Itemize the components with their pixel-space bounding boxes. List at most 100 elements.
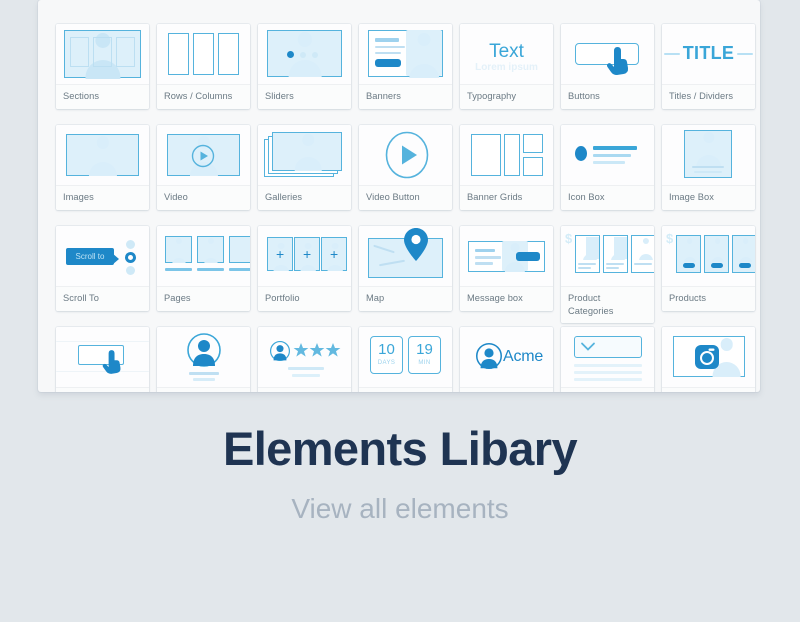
element-card-pages[interactable]: Pages bbox=[157, 226, 250, 311]
pointer-hand-icon bbox=[606, 47, 629, 75]
element-card-label: Message box bbox=[460, 286, 553, 311]
accordion-thumb bbox=[561, 327, 654, 387]
scroll-to-tooltip-text: Scroll to bbox=[75, 252, 105, 261]
portfolio-thumb: + + + bbox=[258, 226, 351, 286]
element-card-label: Pages bbox=[157, 286, 250, 311]
product-categories-thumb: $ bbox=[561, 226, 654, 286]
element-card-label bbox=[258, 387, 351, 392]
element-card-label: Scroll To bbox=[56, 286, 149, 311]
element-card-label: Banners bbox=[359, 84, 452, 109]
banners-thumb bbox=[359, 24, 452, 84]
element-card-video[interactable]: Video bbox=[157, 125, 250, 210]
elements-row: 10 DAYS 19 MIN Acme bbox=[38, 327, 760, 392]
typography-sample-text: Text bbox=[489, 41, 524, 62]
elements-row: Scroll to Scroll To Pages + + + Portfoli… bbox=[38, 226, 760, 323]
galleries-thumb bbox=[258, 125, 351, 185]
element-card-label: Portfolio bbox=[258, 286, 351, 311]
element-card-logo[interactable]: Acme bbox=[460, 327, 553, 392]
element-card-label: Image Box bbox=[662, 185, 755, 210]
map-pin-icon bbox=[404, 228, 428, 261]
element-card-map[interactable]: Map bbox=[359, 226, 452, 311]
element-card-image-box[interactable]: Image Box bbox=[662, 125, 755, 210]
element-card-click-button[interactable] bbox=[56, 327, 149, 392]
map-thumb bbox=[359, 226, 452, 286]
element-card-team-member[interactable] bbox=[157, 327, 250, 392]
element-card-scroll-to[interactable]: Scroll to Scroll To bbox=[56, 226, 149, 311]
plus-icon: + bbox=[276, 246, 285, 262]
element-card-sections[interactable]: Sections bbox=[56, 24, 149, 109]
image-box-thumb bbox=[662, 125, 755, 185]
pointer-hand-icon bbox=[102, 350, 121, 374]
star-rating-icon bbox=[293, 343, 341, 357]
footer-block: Elements Libary View all elements bbox=[0, 420, 800, 526]
element-card-video-button[interactable]: Video Button bbox=[359, 125, 452, 210]
element-card-label: Rows / Columns bbox=[157, 84, 250, 109]
page-subtitle: View all elements bbox=[291, 493, 509, 524]
element-card-typography[interactable]: Text Lorem ipsum Typography bbox=[460, 24, 553, 109]
countdown-thumb: 10 DAYS 19 MIN bbox=[359, 327, 452, 387]
plus-icon: + bbox=[330, 246, 339, 262]
elements-row: Sections Rows / Columns Sliders Banners … bbox=[38, 24, 760, 121]
element-card-product-categories[interactable]: $ Product Categories bbox=[561, 226, 654, 323]
scroll-to-thumb: Scroll to bbox=[56, 226, 149, 286]
element-card-message-box[interactable]: Message box bbox=[460, 226, 553, 311]
element-card-label: Products bbox=[662, 286, 755, 311]
element-card-sliders[interactable]: Sliders bbox=[258, 24, 351, 109]
element-card-label bbox=[460, 387, 553, 392]
element-card-testimonials[interactable] bbox=[258, 327, 351, 392]
element-card-portfolio[interactable]: + + + Portfolio bbox=[258, 226, 351, 311]
element-card-buttons[interactable]: Buttons bbox=[561, 24, 654, 109]
acme-logo-thumb: Acme bbox=[460, 327, 553, 387]
element-card-instagram[interactable] bbox=[662, 327, 755, 392]
element-card-label: Buttons bbox=[561, 84, 654, 109]
page-title: Elements Libary bbox=[222, 422, 578, 475]
pages-thumb bbox=[157, 226, 250, 286]
element-card-icon-box[interactable]: Icon Box bbox=[561, 125, 654, 210]
element-card-label: Typography bbox=[460, 84, 553, 109]
plus-icon: + bbox=[303, 246, 312, 262]
person-circle-thumb bbox=[157, 327, 250, 387]
person-circle-icon bbox=[187, 333, 221, 367]
countdown-days-unit: DAYS bbox=[377, 360, 396, 366]
rows-columns-thumb bbox=[157, 24, 250, 84]
element-card-label: Titles / Dividers bbox=[662, 84, 755, 109]
element-card-countdown[interactable]: 10 DAYS 19 MIN bbox=[359, 327, 452, 392]
banner-grids-thumb bbox=[460, 125, 553, 185]
play-circle-icon bbox=[385, 131, 429, 179]
elements-grid: Sections Rows / Columns Sliders Banners … bbox=[38, 0, 760, 392]
element-card-galleries[interactable]: Galleries bbox=[258, 125, 351, 210]
element-card-banner-grids[interactable]: Banner Grids bbox=[460, 125, 553, 210]
images-thumb bbox=[56, 125, 149, 185]
element-card-rows-columns[interactable]: Rows / Columns bbox=[157, 24, 250, 109]
element-card-titles-dividers[interactable]: TITLE Titles / Dividers bbox=[662, 24, 755, 109]
buttons-thumb bbox=[561, 24, 654, 84]
chevron-down-icon bbox=[581, 342, 595, 351]
price-tag-text: $ bbox=[666, 231, 674, 246]
element-card-label bbox=[157, 387, 250, 392]
person-circle-icon bbox=[476, 343, 502, 369]
person-circle-icon bbox=[270, 341, 290, 361]
element-card-label: Icon Box bbox=[561, 185, 654, 210]
instagram-icon bbox=[695, 345, 719, 369]
element-card-images[interactable]: Images bbox=[56, 125, 149, 210]
testimonial-stars-thumb bbox=[258, 327, 351, 387]
element-card-label bbox=[56, 387, 149, 392]
countdown-min-value: 19 bbox=[416, 341, 433, 358]
typography-thumb: Text Lorem ipsum bbox=[460, 24, 553, 84]
element-card-label: Video bbox=[157, 185, 250, 210]
element-card-products[interactable]: $ Products bbox=[662, 226, 755, 311]
countdown-min-unit: MIN bbox=[418, 360, 431, 366]
acme-logo-text: Acme bbox=[503, 348, 544, 365]
titles-dividers-thumb: TITLE bbox=[662, 24, 755, 84]
element-card-label bbox=[662, 387, 755, 392]
typography-sample-subtext: Lorem ipsum bbox=[475, 62, 538, 73]
element-card-label: Product Categories bbox=[561, 286, 654, 323]
element-card-label: Video Button bbox=[359, 185, 452, 210]
element-card-banners[interactable]: Banners bbox=[359, 24, 452, 109]
price-tag-text: $ bbox=[565, 231, 573, 246]
element-card-label: Sections bbox=[56, 84, 149, 109]
sections-thumb bbox=[56, 24, 149, 84]
element-card-label: Sliders bbox=[258, 84, 351, 109]
element-card-label bbox=[359, 387, 452, 392]
element-card-accordion[interactable] bbox=[561, 327, 654, 392]
